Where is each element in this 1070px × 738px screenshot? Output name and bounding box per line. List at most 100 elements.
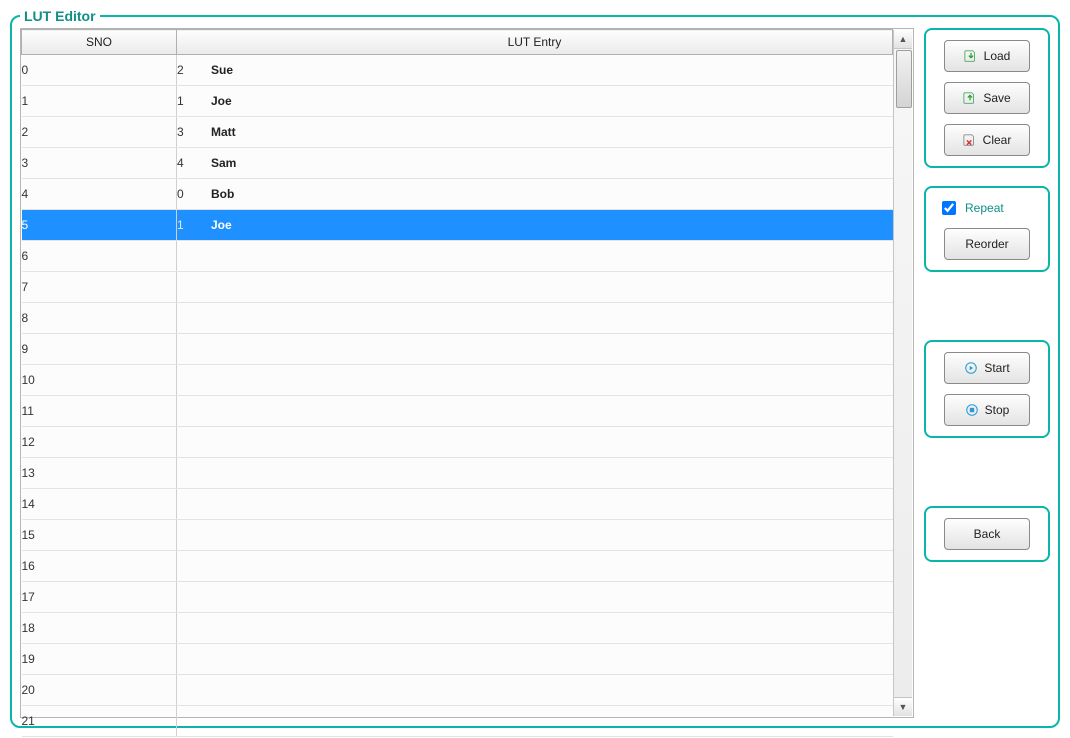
entry-cell[interactable] (177, 272, 893, 303)
table-row[interactable]: 12 (22, 427, 893, 458)
table-row[interactable]: 9 (22, 334, 893, 365)
table-row[interactable]: 34 Sam (22, 148, 893, 179)
entry-cell[interactable] (177, 458, 893, 489)
sno-cell[interactable]: 17 (22, 582, 177, 613)
repeat-label[interactable]: Repeat (965, 201, 1004, 215)
repeat-checkbox[interactable] (942, 201, 956, 215)
entry-cell[interactable] (177, 396, 893, 427)
entry-cell[interactable]: 3Matt (177, 117, 893, 148)
entry-name: Sam (211, 156, 236, 170)
table-row[interactable]: 8 (22, 303, 893, 334)
sno-cell[interactable]: 1 (22, 86, 177, 117)
start-button[interactable]: Start (944, 352, 1030, 384)
entry-index: 4 (177, 156, 189, 170)
table-row[interactable]: 7 (22, 272, 893, 303)
load-button[interactable]: Load (944, 40, 1030, 72)
clear-button[interactable]: Clear (944, 124, 1030, 156)
play-icon (964, 361, 978, 375)
sno-cell[interactable]: 8 (22, 303, 177, 334)
save-button-label: Save (983, 91, 1010, 105)
entry-cell[interactable]: 0 Bob (177, 179, 893, 210)
sno-cell[interactable]: 10 (22, 365, 177, 396)
entry-name: Bob (211, 187, 234, 201)
table-row[interactable]: 18 (22, 613, 893, 644)
lut-editor-frame: LUT Editor SNO LUT Entry 02Sue11Joe23Mat… (10, 8, 1060, 728)
reorder-box: Repeat Reorder (924, 186, 1050, 272)
lut-table-container: SNO LUT Entry 02Sue11Joe23Matt34Sam40Bob… (20, 28, 914, 718)
lut-editor-title: LUT Editor (20, 8, 100, 24)
sno-cell[interactable]: 14 (22, 489, 177, 520)
col-header-sno[interactable]: SNO (22, 30, 177, 55)
entry-cell[interactable] (177, 241, 893, 272)
sno-cell[interactable]: 11 (22, 396, 177, 427)
sno-cell[interactable]: 21 (22, 706, 177, 737)
entry-name: Sue (211, 63, 233, 77)
sno-cell[interactable]: 3 (22, 148, 177, 179)
entry-cell[interactable] (177, 644, 893, 675)
reorder-button[interactable]: Reorder (944, 228, 1030, 260)
table-row[interactable]: 02 Sue (22, 55, 893, 86)
back-button[interactable]: Back (944, 518, 1030, 550)
entry-cell[interactable] (177, 520, 893, 551)
sno-cell[interactable]: 2 (22, 117, 177, 148)
table-row[interactable]: 10 (22, 365, 893, 396)
stop-button[interactable]: Stop (944, 394, 1030, 426)
entry-index: 1 (177, 218, 189, 232)
col-header-entry[interactable]: LUT Entry (177, 30, 893, 55)
sno-cell[interactable]: 7 (22, 272, 177, 303)
reorder-button-label: Reorder (965, 237, 1008, 251)
sno-cell[interactable]: 4 (22, 179, 177, 210)
scroll-thumb[interactable] (896, 50, 912, 108)
table-row[interactable]: 23Matt (22, 117, 893, 148)
entry-cell[interactable] (177, 427, 893, 458)
table-row[interactable]: 15 (22, 520, 893, 551)
entry-cell[interactable] (177, 582, 893, 613)
entry-cell[interactable] (177, 303, 893, 334)
save-button[interactable]: Save (944, 82, 1030, 114)
entry-index: 2 (177, 63, 189, 77)
sno-cell[interactable]: 16 (22, 551, 177, 582)
table-row[interactable]: 20 (22, 675, 893, 706)
entry-cell[interactable] (177, 706, 893, 737)
table-row[interactable]: 17 (22, 582, 893, 613)
sno-cell[interactable]: 6 (22, 241, 177, 272)
entry-cell[interactable]: 2 Sue (177, 55, 893, 86)
entry-name: Matt (211, 125, 236, 139)
table-row[interactable]: 6 (22, 241, 893, 272)
table-row[interactable]: 13 (22, 458, 893, 489)
vertical-scrollbar[interactable]: ▲ ▼ (893, 30, 912, 716)
sno-cell[interactable]: 20 (22, 675, 177, 706)
table-row[interactable]: 14 (22, 489, 893, 520)
entry-cell[interactable]: 1Joe (177, 86, 893, 117)
entry-cell[interactable] (177, 613, 893, 644)
entry-cell[interactable] (177, 334, 893, 365)
table-row[interactable]: 11 (22, 396, 893, 427)
sno-cell[interactable]: 12 (22, 427, 177, 458)
entry-cell[interactable]: 1 Joe (177, 210, 893, 241)
sno-cell[interactable]: 15 (22, 520, 177, 551)
sno-cell[interactable]: 0 (22, 55, 177, 86)
sno-cell[interactable]: 9 (22, 334, 177, 365)
table-row[interactable]: 21 (22, 706, 893, 737)
entry-cell[interactable] (177, 551, 893, 582)
scroll-up-arrow-icon[interactable]: ▲ (894, 30, 912, 49)
sno-cell[interactable]: 5 (22, 210, 177, 241)
scroll-down-arrow-icon[interactable]: ▼ (894, 697, 912, 716)
lut-table-scroll: SNO LUT Entry 02Sue11Joe23Matt34Sam40Bob… (21, 29, 913, 717)
table-row[interactable]: 40 Bob (22, 179, 893, 210)
repeat-row: Repeat (938, 198, 1004, 218)
entry-cell[interactable] (177, 365, 893, 396)
table-row[interactable]: 51 Joe (22, 210, 893, 241)
entry-cell[interactable] (177, 489, 893, 520)
entry-name: Joe (211, 218, 232, 232)
entry-index: 0 (177, 187, 189, 201)
table-row[interactable]: 11Joe (22, 86, 893, 117)
sno-cell[interactable]: 13 (22, 458, 177, 489)
sno-cell[interactable]: 18 (22, 613, 177, 644)
entry-cell[interactable]: 4 Sam (177, 148, 893, 179)
entry-cell[interactable] (177, 675, 893, 706)
sno-cell[interactable]: 19 (22, 644, 177, 675)
side-panel: Load Save Clear Repe (924, 28, 1050, 562)
table-row[interactable]: 19 (22, 644, 893, 675)
table-row[interactable]: 16 (22, 551, 893, 582)
